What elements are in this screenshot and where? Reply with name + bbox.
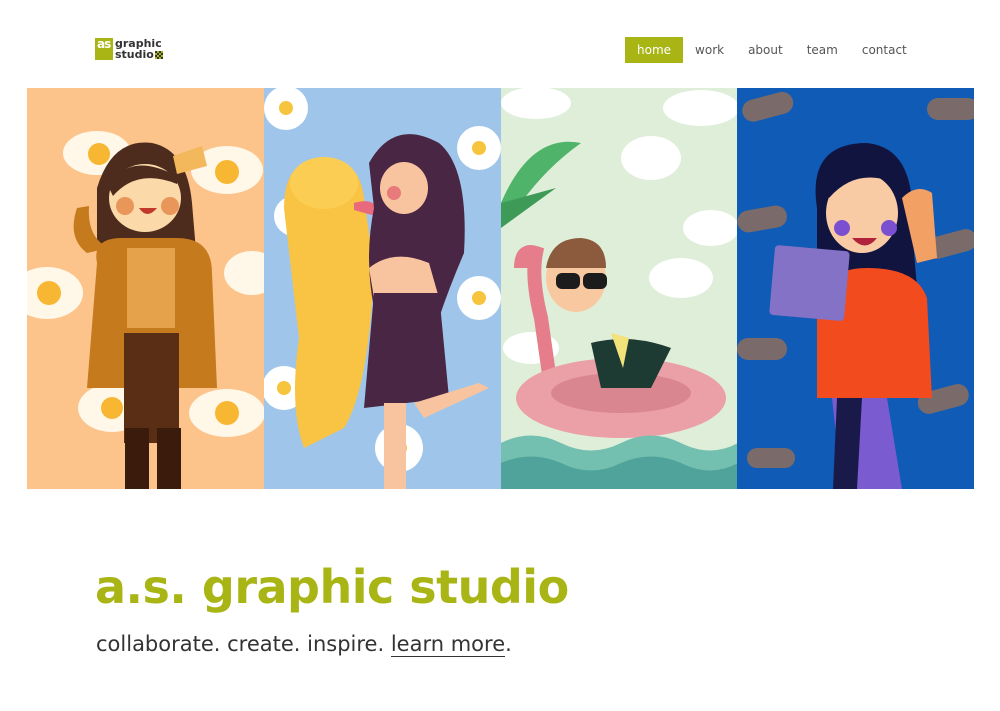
nav-contact[interactable]: contact	[850, 37, 919, 63]
checker-icon	[154, 51, 163, 59]
logo[interactable]: as graphic studio	[95, 38, 163, 64]
nav-work[interactable]: work	[683, 37, 736, 63]
illustration-girl-laptop[interactable]	[737, 88, 974, 489]
illustration-girl-dog[interactable]	[263, 88, 501, 489]
logo-mark: as	[95, 38, 113, 60]
illustration-flamingo-float[interactable]	[500, 88, 738, 489]
learn-more-link[interactable]: learn more	[390, 632, 506, 657]
illustration-gallery	[27, 88, 974, 489]
logo-text: graphic studio	[115, 38, 163, 60]
main-nav: home work about team contact	[625, 37, 919, 63]
tagline-text: collaborate. create. inspire.	[96, 632, 385, 656]
nav-home[interactable]: home	[625, 37, 684, 63]
site-header: as graphic studio home work about team c…	[0, 0, 1000, 88]
illustration-girl-eggs[interactable]	[27, 88, 264, 489]
page-title: a.s. graphic studio	[95, 560, 569, 614]
logo-line-2: studio	[115, 48, 154, 61]
tagline-suffix: .	[505, 632, 512, 656]
tagline: collaborate. create. inspire. learn more…	[96, 632, 512, 657]
nav-team[interactable]: team	[795, 37, 850, 63]
nav-about[interactable]: about	[736, 37, 795, 63]
